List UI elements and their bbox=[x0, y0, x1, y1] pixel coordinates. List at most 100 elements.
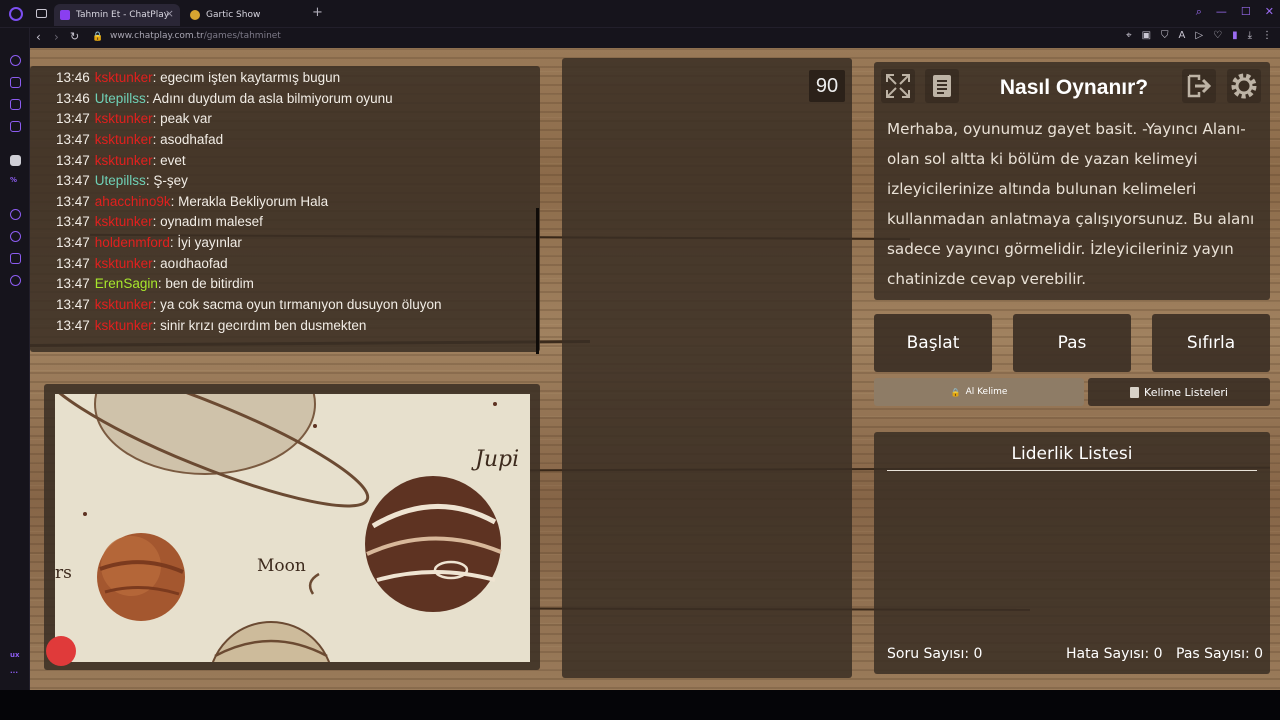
play-icon[interactable]: ▷ bbox=[1195, 30, 1203, 41]
snapshot-icon[interactable]: ▣ bbox=[1142, 30, 1151, 41]
chat-message: 13:47 ksktunker: oynadım malesef bbox=[56, 212, 441, 233]
jupiter-label: Jupi bbox=[471, 447, 519, 472]
forward-icon[interactable]: › bbox=[54, 30, 59, 44]
pass-button[interactable]: Pas bbox=[1013, 314, 1131, 372]
play-circle-icon[interactable] bbox=[10, 209, 21, 220]
chat-username[interactable]: Utepillss bbox=[95, 91, 146, 106]
chat-username[interactable]: ksktunker bbox=[95, 318, 153, 333]
how-to-play-panel: Nasıl Oynanır? Merhaba, oyunumuz gayet b… bbox=[874, 62, 1270, 300]
wallet-icon[interactable]: ▮ bbox=[1232, 30, 1238, 41]
fullscreen-icon[interactable] bbox=[881, 69, 915, 103]
tab-word-lists[interactable]: Kelime Listeleri bbox=[1088, 378, 1270, 406]
menu-icon[interactable]: ⋮ bbox=[1262, 30, 1272, 41]
error-count-label: Hata Sayısı: bbox=[1066, 646, 1150, 662]
chat-username[interactable]: Utepillss bbox=[95, 173, 146, 188]
chat-message: 13:47 ksktunker: peak var bbox=[56, 109, 441, 130]
record-indicator bbox=[46, 636, 76, 666]
chat-username[interactable]: ksktunker bbox=[95, 132, 153, 147]
question-count: Soru Sayısı: 0 bbox=[887, 646, 982, 662]
chat-timestamp: 13:47 bbox=[56, 297, 90, 313]
chat-message: 13:47 ksktunker: evet bbox=[56, 151, 441, 172]
chat-text: : evet bbox=[152, 152, 186, 168]
how-to-play-title: Nasıl Oynanır? bbox=[999, 76, 1149, 99]
notepad-icon bbox=[1130, 386, 1140, 398]
tab-label: Tahmin Et - ChatPlay bbox=[76, 10, 170, 20]
chat-message: 13:47 ErenSagin: ben de bitirdim bbox=[56, 274, 441, 295]
chat-text: : Adını duydum da asla bilmiyorum oyunu bbox=[145, 90, 393, 106]
reload-icon[interactable]: ↻ bbox=[70, 30, 79, 43]
chat-timestamp: 13:47 bbox=[56, 152, 90, 168]
chat-username[interactable]: ksktunker bbox=[95, 214, 153, 229]
pin-icon[interactable]: ⌖ bbox=[1126, 30, 1132, 41]
chat-timestamp: 13:47 bbox=[56, 111, 90, 127]
url-host: www.chatplay.com.tr bbox=[110, 31, 204, 41]
chat-message: 13:47 ksktunker: aoıdhaofad bbox=[56, 254, 441, 275]
minimize-icon[interactable]: — bbox=[1216, 5, 1227, 19]
chat-text: : asodhafad bbox=[152, 131, 224, 147]
chat-username[interactable]: ErenSagin bbox=[95, 276, 158, 291]
chat-text: : aoıdhaofad bbox=[152, 255, 228, 271]
gear-icon[interactable] bbox=[1227, 69, 1261, 103]
reset-button[interactable]: Sıfırla bbox=[1152, 314, 1270, 372]
app-icon[interactable] bbox=[10, 155, 21, 166]
tab-get-word[interactable]: 🔒 Al Kelime bbox=[874, 378, 1084, 406]
heart-icon[interactable]: ♡ bbox=[1213, 30, 1222, 41]
leaderboard-divider bbox=[887, 470, 1257, 471]
start-button[interactable]: Başlat bbox=[874, 314, 992, 372]
chat-message: 13:47 holdenmford: İyi yayınlar bbox=[56, 233, 441, 254]
chat-scrollbar[interactable] bbox=[536, 208, 539, 354]
maximize-icon[interactable]: ☐ bbox=[1241, 5, 1251, 19]
tab-overview-icon[interactable] bbox=[36, 9, 47, 18]
tab-gartic-show[interactable]: Gartic Show bbox=[184, 4, 310, 26]
ux-label: ux bbox=[10, 651, 20, 659]
close-window-icon[interactable]: ✕ bbox=[1265, 5, 1274, 19]
chat-timestamp: 13:47 bbox=[56, 131, 90, 147]
planets-drawing: Jupi Moon rs bbox=[55, 394, 530, 662]
chat-message: 13:47 Utepillss: Ş-şey bbox=[56, 171, 441, 192]
chat-message: 13:46 ksktunker: egecım işten kaytarmış b… bbox=[56, 68, 441, 89]
settings-icon[interactable] bbox=[10, 275, 21, 286]
chat-username[interactable]: ksktunker bbox=[95, 153, 153, 168]
shield-icon[interactable]: ⛉ bbox=[1161, 30, 1169, 41]
bag-icon[interactable] bbox=[10, 77, 21, 88]
window-controls: ⌕ — ☐ ✕ bbox=[1196, 5, 1274, 19]
percent-icon[interactable]: % bbox=[10, 176, 21, 187]
timer: 90 bbox=[809, 70, 845, 102]
chat-username[interactable]: ksktunker bbox=[95, 111, 153, 126]
chat-username[interactable]: ksktunker bbox=[95, 256, 153, 271]
leaderboard-panel: Liderlik Listesi Soru Sayısı: 0 Hata Say… bbox=[874, 432, 1270, 674]
chat-timestamp: 13:47 bbox=[56, 214, 90, 230]
word-illustration: Jupi Moon rs bbox=[55, 394, 530, 662]
chat-text: : sinir krızı gecırdım ben dusmekten bbox=[152, 317, 367, 333]
chat-username[interactable]: ahacchino9k bbox=[95, 194, 171, 209]
chat-username[interactable]: ksktunker bbox=[95, 70, 153, 85]
new-tab-button[interactable]: + bbox=[312, 5, 323, 20]
translate-icon[interactable]: A bbox=[1179, 30, 1186, 41]
back-icon[interactable]: ‹ bbox=[36, 30, 41, 44]
download-icon[interactable]: ⤓ bbox=[1248, 30, 1252, 41]
clock-icon[interactable] bbox=[10, 231, 21, 242]
chat-timestamp: 13:46 bbox=[56, 70, 90, 85]
chat-username[interactable]: ksktunker bbox=[95, 297, 153, 312]
chat-icon[interactable] bbox=[10, 99, 21, 110]
chat-message: 13:46 Utepillss: Adını duydum da asla bil… bbox=[56, 89, 441, 110]
exit-icon[interactable] bbox=[1182, 69, 1216, 103]
streamer-area-panel: Jupi Moon rs bbox=[44, 384, 540, 670]
history-icon[interactable] bbox=[10, 55, 21, 66]
media-icon[interactable] bbox=[10, 121, 21, 132]
url-field[interactable]: www.chatplay.com.tr/games/tahminet bbox=[110, 31, 281, 41]
chat-timestamp: 13:47 bbox=[56, 276, 90, 292]
close-tab-icon[interactable]: × bbox=[165, 7, 174, 20]
chat-timestamp: 13:47 bbox=[56, 317, 90, 333]
chat-timestamp: 13:47 bbox=[56, 173, 90, 189]
cube-icon[interactable] bbox=[10, 253, 21, 264]
tab-chatplay[interactable]: Tahmin Et - ChatPlay × bbox=[54, 4, 180, 26]
chat-message: 13:47 ahacchino9k: Merakla Bekliyorum Hal… bbox=[56, 192, 441, 213]
more-icon[interactable]: ··· bbox=[10, 669, 21, 680]
document-icon[interactable] bbox=[925, 69, 959, 103]
search-tabs-icon[interactable]: ⌕ bbox=[1196, 5, 1202, 19]
chat-username[interactable]: holdenmford bbox=[95, 235, 170, 250]
browser-menu-icon[interactable] bbox=[9, 7, 23, 21]
chat-message: 13:47 ksktunker: sinir krızı gecırdım ben… bbox=[56, 316, 441, 337]
toolbar-icons: ⌖ ▣ ⛉ A ▷ ♡ ▮ ⤓ ⋮ bbox=[1126, 30, 1272, 41]
